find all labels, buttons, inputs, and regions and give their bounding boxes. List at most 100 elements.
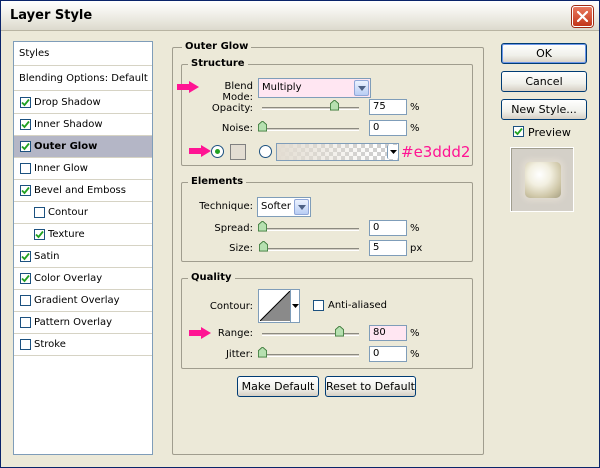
- checkmark-icon: [21, 274, 30, 283]
- style-item-drop-shadow[interactable]: Drop Shadow: [14, 92, 152, 114]
- chevron-down-icon: [298, 205, 306, 210]
- noise-slider-thumb[interactable]: [257, 121, 267, 132]
- style-checkbox[interactable]: [20, 119, 31, 130]
- spread-slider-track[interactable]: [262, 228, 359, 231]
- range-unit: %: [410, 328, 420, 339]
- checkmark-icon: [35, 230, 44, 239]
- styles-header[interactable]: Styles: [14, 42, 152, 66]
- style-item-label: Outer Glow: [34, 141, 98, 152]
- jitter-slider-thumb[interactable]: [257, 347, 267, 358]
- style-checkbox[interactable]: [34, 207, 45, 218]
- style-checkbox[interactable]: [20, 163, 31, 174]
- solid-color-radio[interactable]: [211, 145, 224, 158]
- range-label: Range:: [217, 328, 253, 339]
- preview-swatch: [525, 162, 561, 198]
- style-item-stroke[interactable]: Stroke: [14, 334, 152, 356]
- preview-label: Preview: [528, 126, 571, 139]
- close-icon: [577, 11, 588, 22]
- style-item-pattern-overlay[interactable]: Pattern Overlay: [14, 312, 152, 334]
- reset-to-default-button[interactable]: Reset to Default: [325, 376, 416, 397]
- style-checkbox[interactable]: [20, 97, 31, 108]
- window-title: Layer Style: [10, 8, 93, 23]
- style-item-label: Color Overlay: [34, 273, 103, 284]
- blend-mode-select[interactable]: Multiply: [258, 78, 371, 98]
- style-checkbox[interactable]: [20, 273, 31, 284]
- style-item-label: Contour: [48, 207, 88, 218]
- spread-label: Spread:: [214, 223, 253, 234]
- style-item-texture[interactable]: Texture: [14, 224, 152, 246]
- style-item-color-overlay[interactable]: Color Overlay: [14, 268, 152, 290]
- range-slider-thumb[interactable]: [335, 326, 345, 337]
- range-slider-track[interactable]: [262, 333, 359, 336]
- outer-glow-title: Outer Glow: [182, 41, 252, 52]
- anti-aliased-label: Anti-aliased: [328, 300, 388, 311]
- spread-slider-thumb[interactable]: [257, 221, 267, 232]
- style-item-label: Satin: [34, 251, 60, 262]
- technique-value: Softer: [261, 201, 291, 212]
- checkmark-icon: [21, 120, 30, 129]
- noise-input[interactable]: 0: [369, 120, 407, 136]
- style-checkbox[interactable]: [20, 317, 31, 328]
- contour-picker[interactable]: [258, 289, 300, 323]
- opacity-input[interactable]: 75: [369, 99, 407, 115]
- spread-input[interactable]: 0: [369, 220, 407, 236]
- style-item-outer-glow[interactable]: Outer Glow: [14, 136, 152, 158]
- style-item-contour[interactable]: Contour: [14, 202, 152, 224]
- preview-checkbox[interactable]: [513, 126, 524, 137]
- chevron-down-icon: [292, 304, 299, 308]
- color-hex-annotation: #e3ddd2: [401, 143, 471, 161]
- blend-mode-pointer-arrow-icon: [177, 81, 199, 93]
- style-checkbox[interactable]: [34, 229, 45, 240]
- style-checkbox[interactable]: [20, 185, 31, 196]
- contour-dropdown-button[interactable]: [290, 290, 299, 322]
- size-slider-thumb[interactable]: [259, 241, 269, 252]
- new-style-button[interactable]: New Style...: [501, 99, 587, 120]
- quality-title: Quality: [188, 272, 235, 283]
- size-label: Size:: [229, 243, 253, 254]
- gradient-dropdown-button[interactable]: [387, 145, 398, 159]
- style-item-label: Inner Glow: [34, 163, 88, 174]
- blending-options-item[interactable]: Blending Options: Default: [14, 67, 152, 91]
- checkmark-icon: [514, 127, 523, 136]
- technique-select[interactable]: Softer: [257, 197, 311, 217]
- blend-mode-value: Multiply: [262, 82, 302, 93]
- noise-unit: %: [410, 123, 420, 134]
- style-item-bevel-and-emboss[interactable]: Bevel and Emboss: [14, 180, 152, 202]
- checkmark-icon: [21, 142, 30, 151]
- style-item-inner-shadow[interactable]: Inner Shadow: [14, 114, 152, 136]
- jitter-slider-track[interactable]: [262, 354, 359, 357]
- checkmark-icon: [21, 98, 30, 107]
- noise-slider-track[interactable]: [262, 128, 359, 131]
- close-button[interactable]: [572, 6, 593, 27]
- opacity-unit: %: [410, 102, 420, 113]
- size-input[interactable]: 5: [369, 240, 407, 256]
- jitter-input[interactable]: 0: [369, 346, 407, 362]
- size-unit: px: [410, 243, 423, 254]
- chevron-down-icon: [358, 86, 366, 91]
- ok-button[interactable]: OK: [501, 43, 587, 64]
- style-item-gradient-overlay[interactable]: Gradient Overlay: [14, 290, 152, 312]
- opacity-slider-thumb[interactable]: [330, 100, 340, 111]
- range-input[interactable]: 80: [369, 325, 407, 341]
- cancel-button[interactable]: Cancel: [501, 71, 587, 92]
- style-item-satin[interactable]: Satin: [14, 246, 152, 268]
- glow-color-swatch[interactable]: [230, 144, 246, 160]
- style-checkbox[interactable]: [20, 141, 31, 152]
- make-default-button[interactable]: Make Default: [237, 376, 319, 397]
- style-checkbox[interactable]: [20, 339, 31, 350]
- style-checkbox[interactable]: [20, 295, 31, 306]
- technique-label: Technique:: [199, 201, 253, 212]
- style-checkbox[interactable]: [20, 251, 31, 262]
- style-item-label: Gradient Overlay: [34, 295, 120, 306]
- opacity-slider-track[interactable]: [262, 107, 359, 110]
- structure-title: Structure: [188, 58, 248, 69]
- anti-aliased-checkbox[interactable]: [313, 300, 324, 311]
- contour-linear-icon: [260, 291, 290, 321]
- title-bar[interactable]: Layer Style: [1, 1, 599, 31]
- size-slider-track[interactable]: [262, 248, 359, 251]
- technique-dropdown-button[interactable]: [294, 199, 309, 215]
- blend-mode-dropdown-button[interactable]: [354, 80, 369, 96]
- gradient-radio[interactable]: [259, 145, 272, 158]
- gradient-picker[interactable]: [276, 143, 399, 161]
- style-item-inner-glow[interactable]: Inner Glow: [14, 158, 152, 180]
